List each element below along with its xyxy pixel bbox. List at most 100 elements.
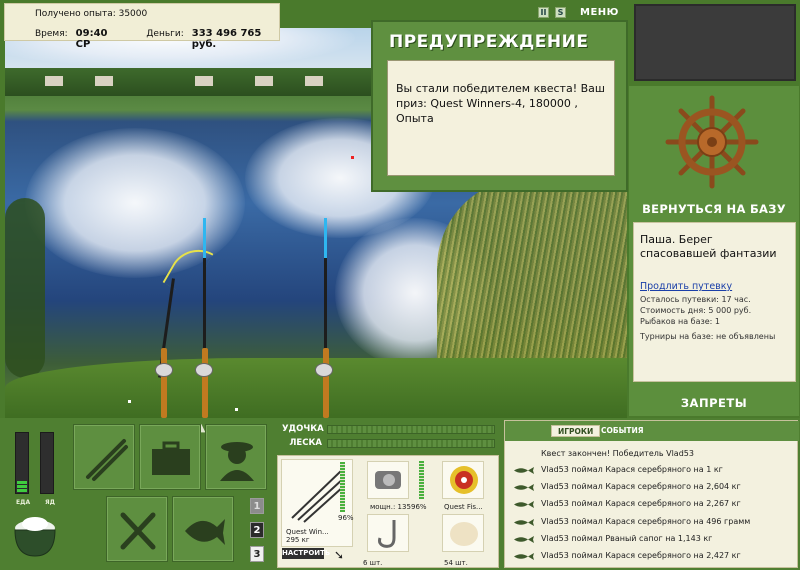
event-text: Vlad53 поймал Рваный сапог на 1,143 кг — [541, 533, 713, 543]
food-tile[interactable] — [106, 496, 168, 562]
float-marker[interactable] — [351, 156, 354, 159]
fisherman-icon — [220, 442, 254, 481]
fishers-count: Рыбаков на базе: 1 — [640, 317, 720, 326]
setup-button[interactable]: НАСТРОИТЬ — [282, 548, 330, 559]
house — [255, 76, 273, 86]
warning-message: Вы стали победителем квеста! Ваш приз: Q… — [387, 60, 615, 176]
sound-button[interactable]: S — [555, 7, 566, 18]
day-cost: Стоимость дня: 5 000 руб. — [640, 306, 752, 315]
events-tabs: ИГРОКИ СОБЫТИЯ — [505, 421, 799, 441]
ship-wheel-icon[interactable] — [664, 94, 760, 190]
rod-handle-3 — [323, 348, 329, 418]
event-row: Vlad53 поймал Рваный сапог на 1,143 кг — [505, 532, 799, 549]
fish-icon — [514, 553, 534, 560]
fishing-rods-icon — [86, 439, 128, 481]
base-name: Паша. Берег спасовавшей фантазии — [640, 233, 777, 260]
fish-tile[interactable] — [172, 496, 234, 562]
fish-icon — [514, 501, 534, 509]
house — [95, 76, 113, 86]
extend-ticket-link[interactable]: Продлить путевку — [640, 281, 789, 292]
time-value: 09:40 СР — [75, 28, 108, 50]
village-shore — [5, 68, 405, 96]
event-text: Vlad53 поймал Карася серебряного на 2,42… — [541, 551, 741, 560]
page-2-button[interactable]: 2 — [250, 522, 264, 538]
base-info-card: Паша. Берег спасовавшей фантазии Продлит… — [633, 222, 796, 382]
bait-count: 54 шт. — [444, 559, 468, 567]
house — [45, 76, 63, 86]
rod-icon — [291, 469, 345, 523]
rod-tension-bar — [327, 425, 495, 434]
rod-handle-1 — [161, 348, 167, 418]
event-row: Vlad53 поймал Карася серебряного на 2,60… — [505, 480, 799, 497]
quest-finished-text: Квест закончен! Победитель Vlad53 — [541, 449, 694, 458]
food-meter-fill — [17, 481, 27, 492]
rod-weight: 295 кг — [286, 536, 310, 544]
reel-3 — [315, 363, 333, 377]
hook-slot[interactable] — [367, 514, 409, 552]
poison-label: ЯД — [45, 499, 55, 506]
reel-2 — [195, 363, 213, 377]
event-row: Vlad53 поймал Карася серебряного на 496 … — [505, 515, 799, 532]
back-to-base-button[interactable]: ВЕРНУТЬСЯ НА БАЗУ — [629, 202, 799, 216]
page-3-button[interactable]: 3 — [250, 546, 264, 562]
hook-icon — [378, 520, 396, 548]
warning-dialog: ПРЕДУПРЕЖДЕНИЕ Вы стали победителем квес… — [371, 20, 628, 192]
reel-durability-bar — [419, 461, 424, 499]
events-panel: ИГРОКИ СОБЫТИЯ Квест закончен! Победител… — [504, 420, 799, 568]
tab-events[interactable]: СОБЫТИЯ — [595, 425, 650, 437]
float-marker[interactable] — [128, 400, 131, 403]
reel-power: мощн.: 135 — [370, 503, 411, 511]
rods-tile[interactable] — [73, 424, 135, 490]
reel-icon — [375, 471, 401, 489]
food-label: ЕДА — [16, 499, 31, 506]
tackle-box-icon — [152, 441, 190, 475]
top-right-empty-panel — [634, 4, 796, 81]
fish-icon — [514, 535, 534, 543]
fish-icon — [514, 484, 534, 492]
rod-handle-2 — [202, 348, 208, 418]
event-row: Vlad53 поймал Карася серебряного на 1 кг — [505, 463, 799, 480]
tab-players[interactable]: ИГРОКИ — [551, 425, 601, 437]
money-label: Деньги: — [146, 29, 184, 39]
fish-icon — [185, 519, 225, 545]
line-slot[interactable] — [442, 461, 484, 499]
pause-button[interactable]: II — [538, 7, 549, 18]
bait-slot[interactable] — [442, 514, 484, 552]
time-label: Время: — [35, 29, 68, 39]
house — [305, 76, 323, 86]
line-spool-icon — [450, 466, 478, 494]
house — [195, 76, 213, 86]
player-info-panel: Получено опыта: 35000 Время: 09:40 СР Де… — [4, 3, 280, 50]
warning-title: ПРЕДУПРЕЖДЕНИЕ — [389, 32, 589, 52]
reel-slot[interactable] — [367, 461, 409, 499]
line-tension-bar — [327, 439, 495, 448]
rod-tip-2 — [203, 218, 206, 258]
rod-bar-label: УДОЧКА — [282, 424, 324, 434]
rod-tip-3 — [324, 218, 327, 258]
rod-name: Quest Win... — [286, 528, 329, 536]
line-bar-label: ЛЕСКА — [289, 438, 322, 448]
bait-icon — [450, 522, 478, 546]
bans-button[interactable]: ЗАПРЕТЫ — [629, 396, 799, 410]
float-marker[interactable] — [235, 408, 238, 411]
event-text: Vlad53 поймал Карася серебряного на 2,60… — [541, 482, 741, 492]
fish-icon — [514, 518, 534, 526]
page-1-button[interactable]: 1 — [250, 498, 264, 514]
food-pot-icon[interactable] — [10, 510, 60, 560]
rod-percent: 96% — [338, 514, 354, 522]
event-text: Vlad53 поймал Карася серебряного на 1 кг — [541, 465, 723, 474]
tackle-box-tile[interactable] — [139, 424, 201, 490]
character-tile[interactable] — [205, 424, 267, 490]
food-meter — [15, 432, 29, 494]
event-text: Vlad53 поймал Карася серебряного на 496 … — [541, 516, 751, 526]
base-panel: ВЕРНУТЬСЯ НА БАЗУ Паша. Берег спасовавше… — [629, 86, 799, 416]
line-name: Quest Fis... — [444, 503, 483, 511]
hook-count: 6 шт. — [363, 559, 383, 567]
reel-1 — [155, 363, 173, 377]
tree — [5, 198, 45, 378]
reel-percent: 96% — [411, 503, 427, 511]
fish-icon — [514, 467, 534, 474]
rod-durability-bar — [340, 462, 345, 512]
poison-meter — [40, 432, 54, 494]
menu-button[interactable]: МЕНЮ — [580, 7, 619, 18]
